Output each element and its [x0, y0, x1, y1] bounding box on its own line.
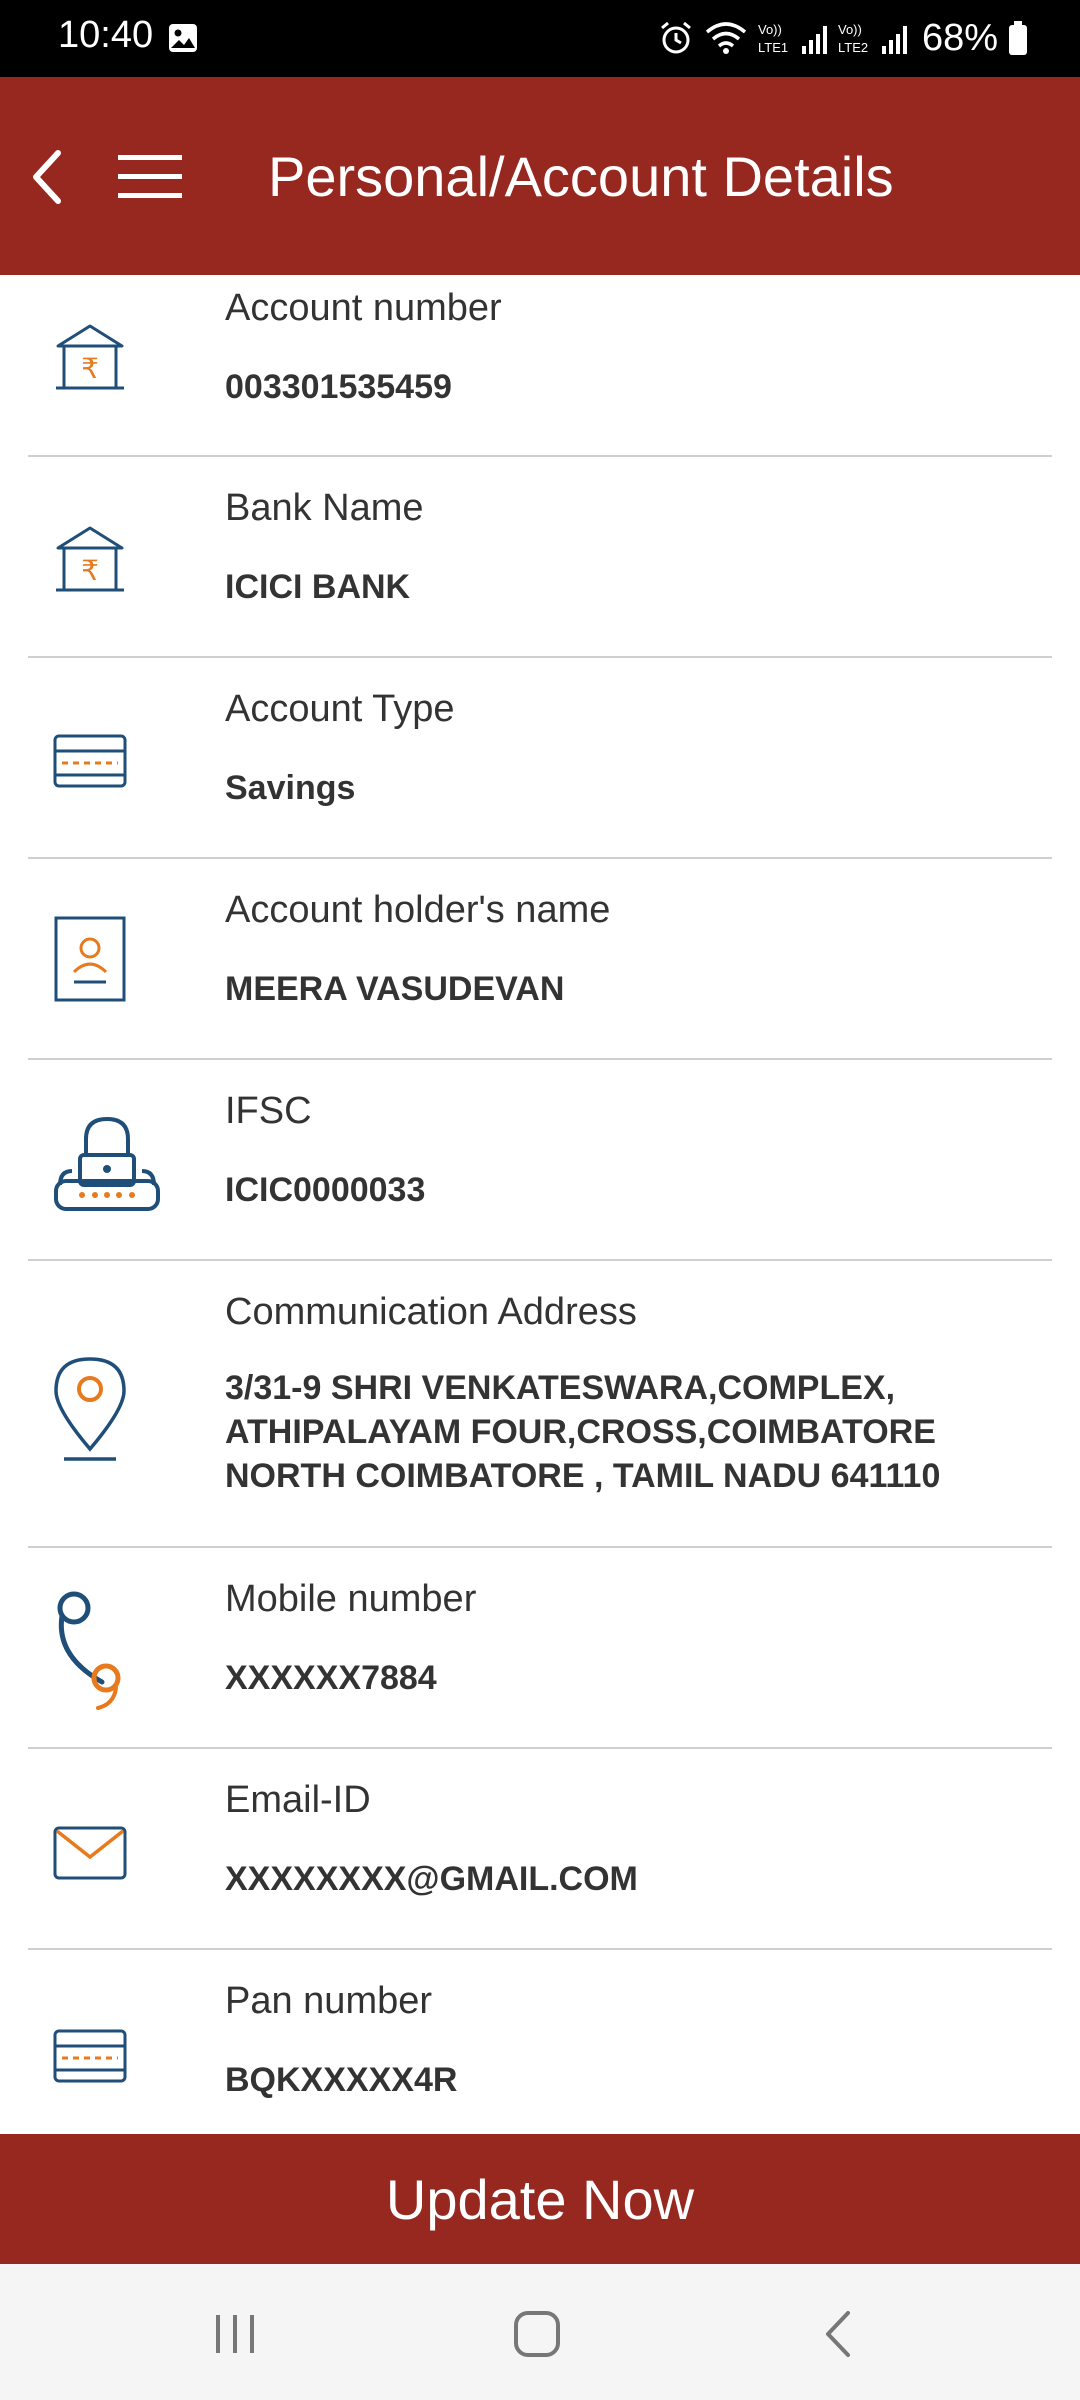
battery-icon: [1009, 21, 1027, 55]
detail-row-communication-address: Communication Address 3/31-9 SHRI VENKAT…: [28, 1261, 1052, 1548]
home-button[interactable]: [497, 2294, 577, 2374]
status-time: 10:40: [58, 14, 154, 56]
detail-row-account-number: ₹ Account number 003301535459: [28, 275, 1052, 457]
phone-icon: [57, 1591, 121, 1710]
detail-value: MEERA VASUDEVAN: [225, 970, 565, 1008]
detail-value: 003301535459: [225, 368, 452, 406]
mail-icon: [53, 1826, 127, 1880]
detail-row-mobile-number: Mobile number XXXXXX7884: [28, 1548, 1052, 1749]
hamburger-menu-icon: [118, 155, 182, 198]
detail-value: BQKXXXXX4R: [225, 2061, 458, 2099]
svg-text:Vo)): Vo)): [758, 22, 782, 37]
detail-value: ICICI BANK: [225, 568, 411, 606]
bank-icon: ₹: [56, 526, 124, 592]
recent-apps-button[interactable]: [195, 2294, 275, 2374]
detail-value: Savings: [225, 769, 356, 807]
detail-row-pan-number: Pan number BQKXXXXX4R: [28, 1950, 1052, 2134]
system-navigation-bar: [0, 2264, 1080, 2400]
menu-button[interactable]: [110, 137, 190, 217]
detail-value: ICIC0000033: [225, 1171, 426, 1209]
id-card-icon: [54, 916, 126, 1002]
status-icons: Vo)) LTE1 Vo)) LTE2 68%: [658, 14, 1028, 62]
detail-row-ifsc: IFSC ICIC0000033: [28, 1060, 1052, 1261]
sim1-label: LTE1: [758, 40, 788, 55]
detail-row-email: Email-ID XXXXXXXX@GMAIL.COM: [28, 1749, 1052, 1950]
detail-row-account-holder-name: Account holder's name MEERA VASUDEVAN: [28, 859, 1052, 1060]
detail-row-bank-name: ₹ Bank Name ICICI BANK: [28, 457, 1052, 658]
detail-label: Mobile number: [225, 1578, 477, 1620]
bank-icon: ₹: [56, 324, 124, 390]
system-back-button[interactable]: [800, 2294, 880, 2374]
update-now-button[interactable]: Update Now: [0, 2134, 1080, 2264]
system-back-icon: [826, 2311, 850, 2357]
svg-text:Vo)): Vo)): [838, 22, 862, 37]
detail-value: 3/31-9 SHRI VENKATESWARA,COMPLEX, ATHIPA…: [225, 1369, 941, 1495]
chevron-left-icon: [33, 150, 61, 204]
card-icon: [53, 734, 127, 788]
detail-value: XXXXXXXX@GMAIL.COM: [225, 1860, 638, 1898]
detail-label: Pan number: [225, 1980, 433, 2022]
location-pin-icon: [54, 1357, 126, 1461]
gallery-notification-icon: [169, 24, 197, 52]
detail-row-account-type: Account Type Savings: [28, 658, 1052, 859]
recent-apps-icon: [216, 2315, 254, 2353]
detail-value: XXXXXX7884: [225, 1659, 437, 1697]
signal-sim2-icon: Vo)) LTE2: [838, 22, 907, 55]
battery-percentage: 68%: [921, 16, 998, 59]
svg-text:₹: ₹: [81, 554, 99, 587]
back-button[interactable]: [16, 137, 76, 217]
detail-label: Account holder's name: [225, 889, 611, 931]
home-icon: [514, 2311, 560, 2357]
status-bar: 10:40 Vo)) LTE1 Vo)) LTE2 68%: [0, 0, 1080, 77]
app-bar: Personal/Account Details: [0, 77, 1080, 275]
wifi-icon: [705, 22, 747, 54]
lock-icon: [54, 1116, 160, 1211]
sim2-label: LTE2: [838, 40, 868, 55]
detail-label: Account Type: [225, 688, 455, 730]
detail-label: Bank Name: [225, 487, 424, 529]
alarm-icon: [660, 21, 691, 54]
detail-label: Email-ID: [225, 1779, 371, 1821]
detail-label: IFSC: [225, 1090, 312, 1132]
detail-label: Account number: [225, 287, 502, 329]
card-icon: [53, 2029, 127, 2083]
svg-text:₹: ₹: [81, 352, 99, 385]
page-title: Personal/Account Details: [268, 145, 894, 208]
signal-sim1-icon: Vo)) LTE1: [758, 22, 827, 55]
detail-label: Communication Address: [225, 1291, 637, 1333]
